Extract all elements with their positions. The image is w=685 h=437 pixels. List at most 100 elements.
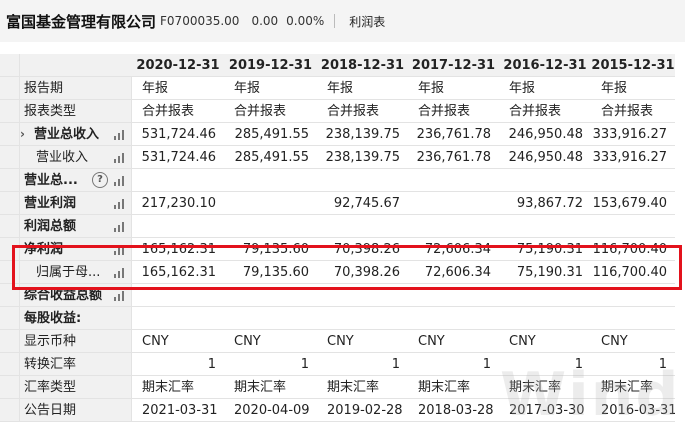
table-cell: 1 bbox=[132, 353, 224, 376]
bar-chart-icon[interactable] bbox=[114, 291, 125, 301]
table-cell bbox=[224, 307, 317, 330]
table-cell: 1 bbox=[499, 353, 591, 376]
table-body: 报告期 年报 年报 年报 年报 年报 年报 报表类型 合并报表 合并报表 合并报表 合并报表 合并报表合… bbox=[0, 77, 685, 422]
table-cell: 期末汇率 bbox=[317, 376, 408, 399]
bar-chart-icon[interactable] bbox=[114, 268, 125, 278]
table-cell: CNY bbox=[224, 330, 317, 353]
gutter-cell bbox=[0, 77, 20, 100]
bar-chart-icon[interactable] bbox=[114, 199, 125, 209]
gutter-cell bbox=[0, 54, 20, 77]
table-cell: 1 bbox=[224, 353, 317, 376]
chevron-right-icon[interactable]: › bbox=[20, 123, 25, 145]
table-cell bbox=[499, 169, 591, 192]
column-header[interactable]: 2017-12-31 bbox=[408, 54, 499, 77]
price-change: 0.00 bbox=[251, 14, 279, 28]
table-cell: 合并报表 bbox=[591, 100, 675, 123]
gutter-cell bbox=[0, 307, 20, 330]
table-cell: 116,700.40 bbox=[591, 261, 675, 284]
table-cell: 116,700.40 bbox=[591, 238, 675, 261]
table-cell: 285,491.55 bbox=[224, 123, 317, 146]
table-cell: 79,135.60 bbox=[224, 238, 317, 261]
table-cell: 72,606.34 bbox=[408, 261, 499, 284]
table-cell bbox=[408, 284, 499, 307]
column-header[interactable]: 2018-12-31 bbox=[317, 54, 408, 77]
row-label-text: 转换汇率 bbox=[24, 357, 77, 372]
table-cell: 年报 bbox=[317, 77, 408, 100]
column-header-row: 2020-12-31 2019-12-31 2018-12-31 2017-12… bbox=[0, 54, 685, 77]
table-cell: 合并报表 bbox=[224, 100, 317, 123]
row-label-text: 每股收益: bbox=[24, 311, 82, 326]
income-statement-table: 2020-12-31 2019-12-31 2018-12-31 2017-12… bbox=[0, 54, 685, 437]
table-cell: 合并报表 bbox=[408, 100, 499, 123]
row-label: 每股收益: bbox=[20, 307, 132, 330]
row-label: 营业收入 bbox=[20, 146, 132, 169]
gutter-cell bbox=[0, 399, 20, 422]
table-cell: 93,867.72 bbox=[499, 192, 591, 215]
row-label-text: 营业利润 bbox=[24, 196, 77, 211]
bar-chart-icon[interactable] bbox=[114, 245, 125, 255]
table-cell bbox=[224, 284, 317, 307]
table-cell: 合并报表 bbox=[499, 100, 591, 123]
row-label: 利润总额 bbox=[20, 215, 132, 238]
table-cell: 年报 bbox=[499, 77, 591, 100]
table-cell: 70,398.26 bbox=[317, 238, 408, 261]
bar-chart-icon[interactable] bbox=[114, 176, 125, 186]
table-cell: 1 bbox=[591, 353, 675, 376]
table-cell: 期末汇率 bbox=[408, 376, 499, 399]
table-cell: 333,916.27 bbox=[591, 123, 675, 146]
bar-chart-icon[interactable] bbox=[114, 222, 125, 232]
gutter-cell bbox=[0, 146, 20, 169]
table-cell: CNY bbox=[132, 330, 224, 353]
table-cell: CNY bbox=[317, 330, 408, 353]
column-header[interactable]: 2016-12-31 bbox=[499, 54, 591, 77]
corner-cell bbox=[20, 54, 132, 77]
price-change-pct: 0.00% bbox=[286, 14, 325, 28]
table-row: 净利润 165,162.31 79,135.60 70,398.26 72,606.34… bbox=[0, 238, 685, 261]
table-cell: CNY bbox=[499, 330, 591, 353]
table-cell: 2020-04-09 bbox=[224, 399, 317, 422]
table-cell bbox=[132, 307, 224, 330]
row-label-text: 报告期 bbox=[24, 81, 64, 96]
table-cell: 年报 bbox=[224, 77, 317, 100]
gutter-cell bbox=[0, 169, 20, 192]
row-label-text: 净利润 bbox=[24, 242, 64, 257]
table-cell bbox=[408, 192, 499, 215]
row-label: 公告日期 bbox=[20, 399, 132, 422]
table-cell: 165,162.31 bbox=[132, 261, 224, 284]
row-label-text: 营业总... bbox=[24, 173, 78, 188]
table-cell: 年报 bbox=[408, 77, 499, 100]
gutter-cell bbox=[0, 353, 20, 376]
table-cell: 285,491.55 bbox=[224, 146, 317, 169]
table-row: 报告期 年报 年报 年报 年报 年报 年报 bbox=[0, 77, 685, 100]
row-label: 转换汇率 bbox=[20, 353, 132, 376]
table-cell: 238,139.75 bbox=[317, 146, 408, 169]
table-cell: 合并报表 bbox=[132, 100, 224, 123]
row-label-text: 显示币种 bbox=[24, 334, 77, 349]
row-label-text: 营业总收入 bbox=[34, 127, 100, 142]
table-row: › 营业总收入 531,724.46 285,491.55 238,139.75 236,… bbox=[0, 123, 685, 146]
tab-income-statement[interactable]: 利润表 bbox=[349, 13, 385, 30]
column-header[interactable]: 2015-12-31 bbox=[591, 54, 675, 77]
table-row: 综合收益总额 bbox=[0, 284, 685, 307]
bar-chart-icon[interactable] bbox=[114, 130, 125, 140]
table-cell: 合并报表 bbox=[317, 100, 408, 123]
row-label-text: 营业收入 bbox=[36, 150, 89, 165]
column-header[interactable]: 2019-12-31 bbox=[224, 54, 317, 77]
table-cell bbox=[317, 284, 408, 307]
gutter-cell bbox=[0, 123, 20, 146]
divider bbox=[334, 14, 336, 28]
row-label: 归属于母... bbox=[20, 261, 132, 284]
table-cell bbox=[224, 192, 317, 215]
table-cell: 153,679.40 bbox=[591, 192, 675, 215]
question-icon[interactable]: ? bbox=[92, 172, 108, 188]
bar-chart-icon[interactable] bbox=[114, 153, 125, 163]
row-label-text: 利润总额 bbox=[24, 219, 77, 234]
table-row: 营业收入 531,724.46 285,491.55 238,139.75 236,76… bbox=[0, 146, 685, 169]
column-header[interactable]: 2020-12-31 bbox=[132, 54, 224, 77]
row-label: 报告期 bbox=[20, 77, 132, 100]
table-cell bbox=[317, 215, 408, 238]
table-cell: 1 bbox=[317, 353, 408, 376]
table-cell bbox=[317, 307, 408, 330]
table-cell: 75,190.31 bbox=[499, 238, 591, 261]
row-label-text: 报表类型 bbox=[24, 104, 77, 119]
